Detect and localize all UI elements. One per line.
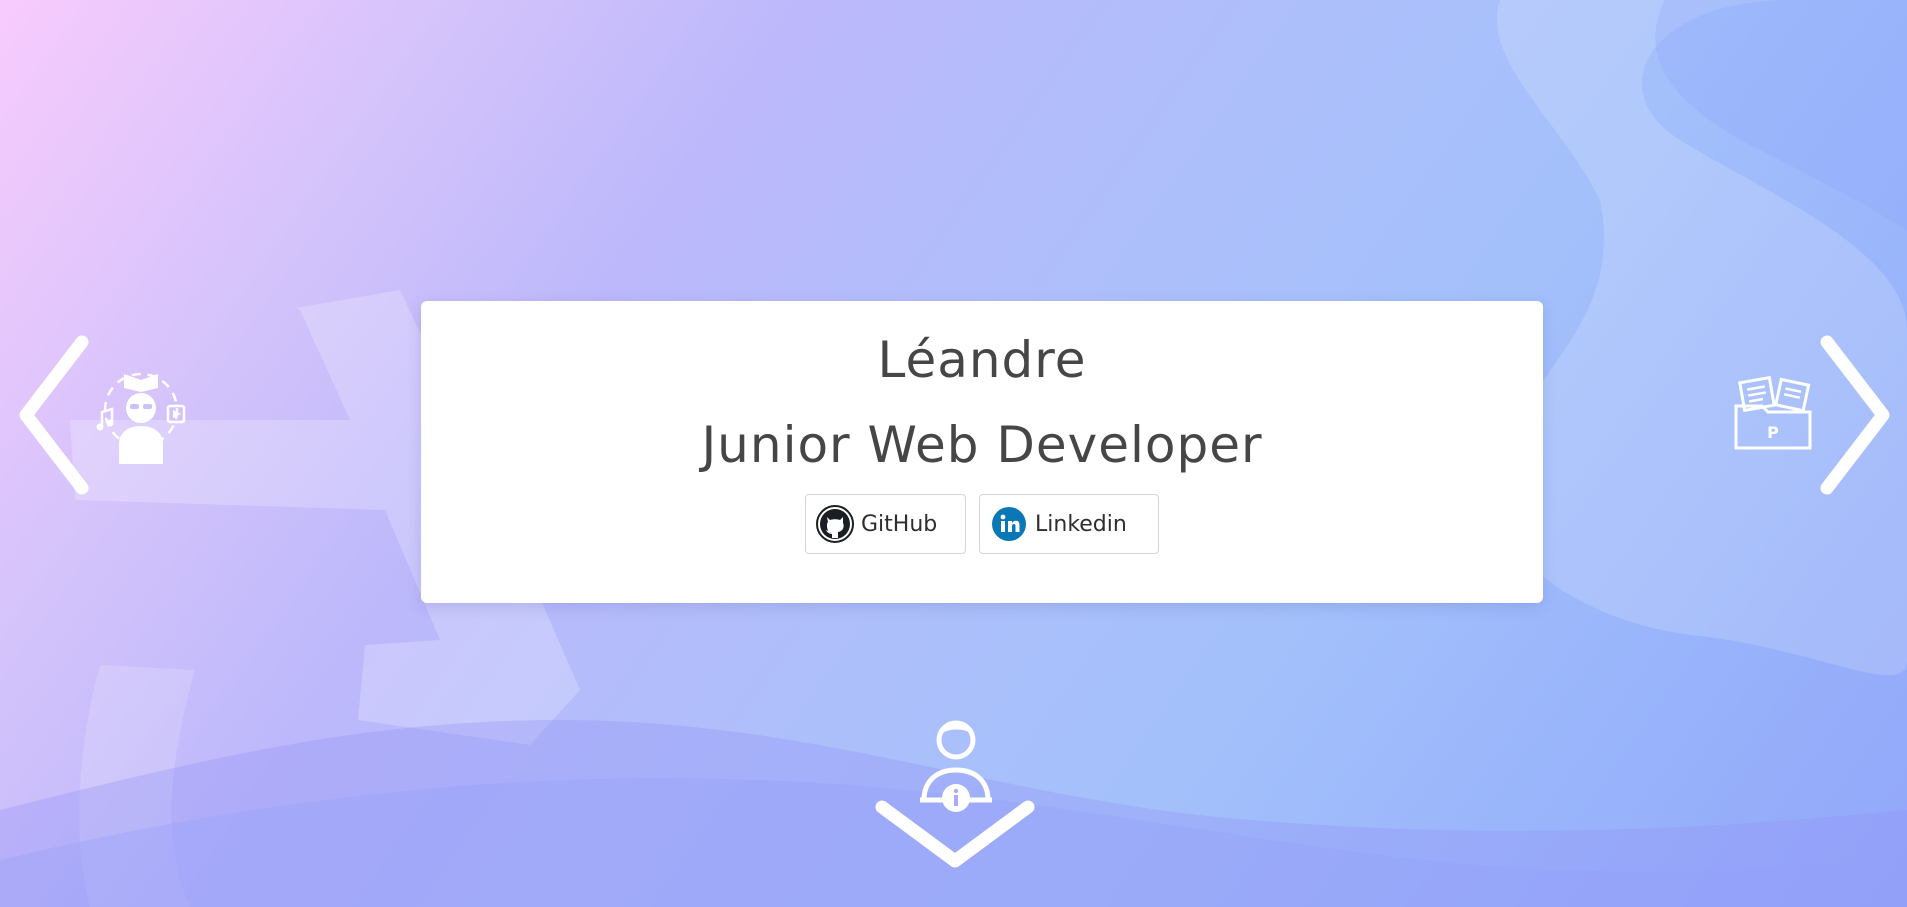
github-label: GitHub [861, 511, 938, 537]
student-media-icon[interactable] [94, 368, 188, 466]
github-button[interactable]: GitHub [805, 494, 966, 554]
profile-name: Léandre [877, 331, 1087, 389]
linkedin-icon [990, 505, 1028, 543]
chevron-down-icon [875, 800, 1035, 868]
next-section-button[interactable] [1815, 330, 1895, 500]
intro-card: Léandre Junior Web Developer GitHub Link… [421, 301, 1543, 603]
social-links: GitHub Linkedin [421, 494, 1543, 554]
previous-section-button[interactable] [14, 330, 94, 500]
svg-text:P: P [1767, 423, 1779, 442]
chevron-left-icon [19, 335, 89, 495]
github-icon [816, 505, 854, 543]
profile-role: Junior Web Developer [701, 416, 1263, 474]
portfolio-folder-icon[interactable]: P [1732, 372, 1814, 452]
linkedin-button[interactable]: Linkedin [979, 494, 1159, 554]
scroll-down-button[interactable] [870, 795, 1040, 875]
chevron-right-icon [1820, 335, 1890, 495]
linkedin-label: Linkedin [1035, 511, 1127, 537]
